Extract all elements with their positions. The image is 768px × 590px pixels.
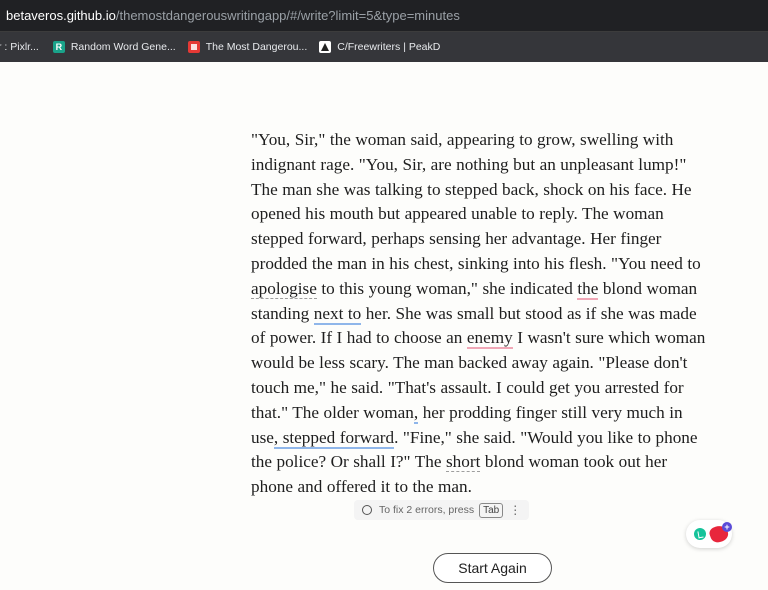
- text-segment: phone and offered it to the man.: [251, 477, 472, 497]
- text-segment: would be less scary. The man backed away…: [251, 353, 688, 373]
- bookmark-most-dangerous-app[interactable]: The Most Dangerou...: [187, 41, 308, 53]
- text-segment: touch me," he said. "That's assault. I c…: [251, 377, 684, 397]
- grammarly-check-icon[interactable]: [694, 528, 706, 540]
- bookmark-random-word-generator[interactable]: R Random Word Gene...: [52, 41, 176, 53]
- text-line: The man she was talking to stepped back,…: [251, 178, 741, 203]
- plus-badge-icon: +: [722, 522, 732, 532]
- text-segment: indignant rage. "You, Sir, are nothing b…: [251, 154, 687, 174]
- bookmark-peakd[interactable]: C/Freewriters | PeakD: [319, 41, 440, 53]
- text-segment: opened his mouth but appeared unable to …: [251, 204, 664, 224]
- text-segment: to this young woman," she indicated: [316, 278, 578, 298]
- text-segment: . "Fine," she said. "Would you like to p…: [394, 427, 698, 447]
- most-dangerous-app-icon: [187, 41, 200, 53]
- text-line: of power. If I had to choose an enemy I …: [251, 326, 741, 351]
- text-segment: that." The older woman: [251, 402, 414, 422]
- text-segment: of power. If I had to choose an: [251, 328, 467, 348]
- text-line: use, stepped forward. "Fine," she said. …: [251, 426, 741, 451]
- text-line: touch me," he said. "That's assault. I c…: [251, 376, 741, 401]
- extension-widget[interactable]: +: [686, 520, 732, 548]
- text-line: the police? Or shall I?" The short blond…: [251, 450, 741, 475]
- spelling-suggestion[interactable]: enemy: [466, 328, 513, 350]
- text-line: would be less scary. The man backed away…: [251, 351, 741, 376]
- text-line: standing next to her. She was small but …: [251, 302, 741, 327]
- bookmark-pixlr[interactable]: r : Pixlr...: [0, 41, 39, 53]
- text-segment: blond woman: [598, 278, 698, 298]
- text-line: phone and offered it to the man.: [251, 475, 741, 500]
- grammarly-icon: [362, 505, 372, 515]
- text-line: prodded the man in his chest, sinking in…: [251, 252, 741, 277]
- writing-area[interactable]: "You, Sir," the woman said, appearing to…: [251, 128, 741, 500]
- url-path: /themostdangerouswritingapp/#/write?limi…: [115, 8, 460, 23]
- text-line: apologise to this young woman," she indi…: [251, 277, 741, 302]
- more-options-icon[interactable]: ⋮: [509, 503, 521, 517]
- style-suggestion[interactable]: apologise: [251, 278, 317, 299]
- bookmark-label: Random Word Gene...: [70, 41, 176, 53]
- tab-key-hint: Tab: [479, 502, 504, 518]
- text-segment: stepped forward, perhaps sensing her adv…: [251, 229, 662, 249]
- text-segment: "You, Sir," the woman said, appearing to…: [251, 130, 674, 149]
- text-line: that." The older woman, her prodding fin…: [251, 401, 741, 426]
- grammar-suggestion-bar[interactable]: To fix 2 errors, press Tab ⋮: [354, 500, 530, 520]
- address-bar[interactable]: betaveros.github.io/themostdangerouswrit…: [0, 0, 768, 32]
- grammar-message: To fix 2 errors, press: [379, 504, 475, 516]
- text-segment: the police? Or shall I?" The: [251, 452, 446, 472]
- text-segment: blond woman took out her: [480, 452, 668, 472]
- text-line: opened his mouth but appeared unable to …: [251, 202, 741, 227]
- peakd-icon: [319, 41, 332, 53]
- bookmark-label: C/Freewriters | PeakD: [337, 41, 441, 53]
- random-word-generator-icon: R: [52, 41, 65, 53]
- text-line: "You, Sir," the woman said, appearing to…: [251, 128, 741, 153]
- text-segment: her prodding finger still very much in: [418, 402, 683, 422]
- spelling-suggestion[interactable]: the: [577, 278, 599, 300]
- text-line: indignant rage. "You, Sir, are nothing b…: [251, 153, 741, 178]
- text-segment: prodded the man in his chest, sinking in…: [251, 253, 701, 273]
- text-segment: use: [251, 427, 274, 447]
- text-segment: her. She was small but stood as if she w…: [361, 303, 697, 323]
- grammar-suggestion[interactable]: , stepped forward: [273, 427, 395, 449]
- text-line: stepped forward, perhaps sensing her adv…: [251, 227, 741, 252]
- start-again-button[interactable]: Start Again: [433, 553, 552, 583]
- text-segment: The man she was talking to stepped back,…: [251, 179, 692, 199]
- bookmark-label: r : Pixlr...: [0, 41, 39, 53]
- grammar-suggestion[interactable]: next to: [313, 303, 362, 325]
- bookmarks-bar: r : Pixlr... R Random Word Gene... The M…: [0, 32, 768, 62]
- text-segment: standing: [251, 303, 314, 323]
- url-host: betaveros.github.io: [6, 8, 116, 23]
- text-segment: I wasn't sure which woman: [512, 328, 706, 348]
- style-suggestion[interactable]: short: [445, 452, 481, 473]
- bookmark-label: The Most Dangerou...: [205, 41, 308, 53]
